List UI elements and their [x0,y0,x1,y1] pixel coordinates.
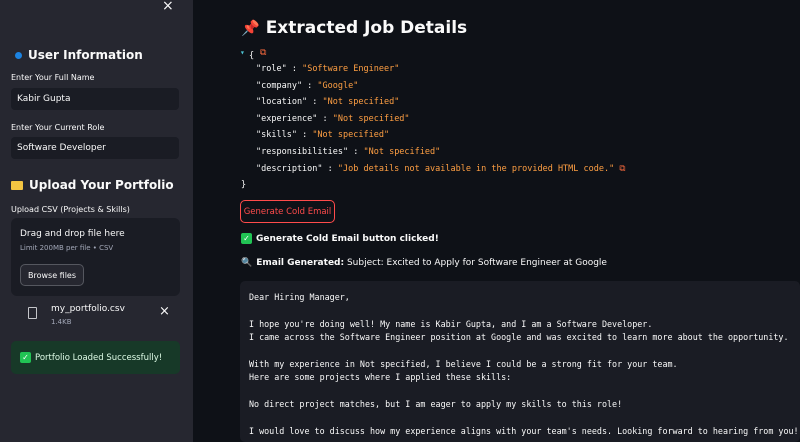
json-key: "skills" [256,130,297,141]
json-entry: "location" : "Not specified" [256,97,399,107]
json-value: "Not specified" [322,97,400,108]
copy-icon[interactable]: ⧉ [260,48,266,58]
json-value: "Software Engineer" [302,64,400,74]
upload-heading-text: Upload Your Portfolio [29,178,174,192]
clicked-status: ✓ Generate Cold Email button clicked! [241,233,439,244]
json-key: "company" [256,80,303,91]
success-text: Portfolio Loaded Successfully! [35,352,163,363]
email-subject: Subject: Excited to Apply for Software E… [346,258,607,268]
json-entry: "experience" : "Not specified" [256,114,410,124]
json-entry: "responsibilities" : "Not specified" [256,147,440,157]
email-body: Dear Hiring Manager, I hope you're doing… [240,281,800,442]
remove-file-icon[interactable]: × [159,305,170,318]
uploaded-file-name: my_portfolio.csv [51,304,125,314]
portfolio-success-alert: ✓ Portfolio Loaded Successfully! [11,341,180,374]
json-separator: : [286,64,303,74]
browse-files-button[interactable]: Browse files [20,264,84,286]
dropzone-title: Drag and drop file here [20,229,125,239]
blue-dot-icon [15,52,22,59]
email-generated-label: Email Generated: [256,258,345,268]
json-value: "Not specified" [312,130,390,141]
pushpin-icon: 📌 [241,19,260,37]
email-generated-line: 🔍 Email Generated: Subject: Excited to Ap… [241,258,607,268]
sidebar: × User Information Enter Your Full Name … [0,0,193,442]
clicked-status-text: Generate Cold Email button clicked! [256,234,439,244]
json-entry: "role" : "Software Engineer" [256,64,399,74]
user-info-heading-text: User Information [28,48,143,62]
check-icon: ✓ [241,233,252,244]
json-separator: : [348,147,364,157]
json-entry: "company" : "Google" [256,81,358,91]
json-entry: "description" : "Job details not availab… [256,164,625,174]
collapse-toggle-icon[interactable]: ▾ [240,48,245,57]
sidebar-close-icon[interactable]: × [162,0,174,13]
uploaded-file-size: 1.4KB [51,318,72,326]
dropzone-limit: Limit 200MB per file • CSV [20,244,114,252]
user-info-heading: User Information [15,48,143,62]
json-value: "Not specified" [363,147,441,157]
name-label: Enter Your Full Name [11,73,95,82]
magnifier-icon: 🔍 [241,258,253,268]
json-separator: : [296,130,313,141]
generate-cold-email-button[interactable]: Generate Cold Email [240,200,335,223]
upload-heading: Upload Your Portfolio [11,178,174,192]
check-icon: ✓ [20,352,31,363]
json-key: "role" [256,64,287,74]
json-separator: : [322,163,338,174]
full-name-input[interactable]: Kabir Gupta [11,88,179,110]
json-value: "Google" [317,80,359,91]
page-title-text: Extracted Job Details [265,18,468,38]
json-key: "responsibilities" [256,147,349,157]
upload-label: Upload CSV (Projects & Skills) [11,205,130,214]
json-close-brace: } [241,180,247,190]
json-value: "Not specified" [332,113,410,124]
json-entry: "skills" : "Not specified" [256,130,389,140]
role-label: Enter Your Current Role [11,123,105,132]
json-key: "location" [256,97,308,108]
json-open-brace: { [249,51,255,61]
page-title: 📌 Extracted Job Details [241,18,467,38]
json-separator: : [302,80,318,91]
copy-icon[interactable]: ⧉ [614,164,625,174]
file-icon [28,307,37,319]
json-key: "experience" [256,113,318,124]
json-key: "description" [256,163,323,174]
current-role-input[interactable]: Software Developer [11,137,179,159]
folder-icon [11,181,23,190]
json-separator: : [307,97,323,108]
json-separator: : [317,113,333,124]
json-value: "Job details not available in the provid… [337,163,615,174]
main-content: 📌 Extracted Job Details ▾ ⧉ { "role" : "S… [193,0,800,442]
file-dropzone[interactable]: Drag and drop file here Limit 200MB per … [11,218,180,296]
